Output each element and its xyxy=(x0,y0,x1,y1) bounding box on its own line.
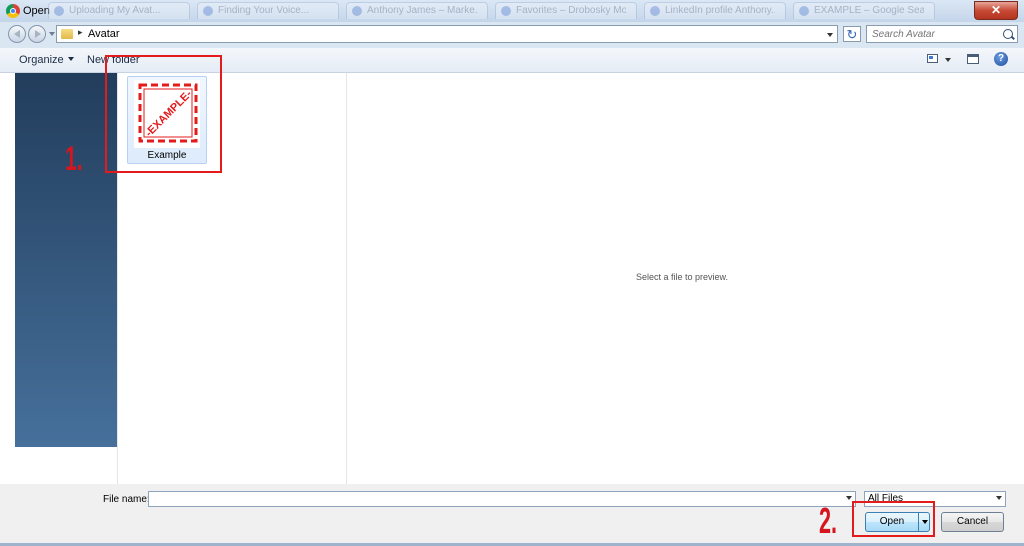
tab-favicon-icon xyxy=(203,6,213,16)
background-tab: Finding Your Voice... xyxy=(197,2,339,19)
background-tab: Favorites – Drobosky Morris... xyxy=(495,2,637,19)
file-name-label: File name: xyxy=(103,494,150,505)
organize-button[interactable]: Organize xyxy=(19,54,74,66)
tab-favicon-icon xyxy=(54,6,64,16)
annotation-step-1: 1. xyxy=(65,140,83,178)
chevron-down-icon xyxy=(996,496,1002,503)
view-options-dropdown[interactable] xyxy=(945,58,951,65)
chevron-down-icon xyxy=(67,57,74,64)
title-bar: Open Uploading My Avat... Finding Your V… xyxy=(0,0,1024,22)
file-name-field[interactable] xyxy=(148,491,856,507)
window-title: Open xyxy=(23,5,50,17)
annotation-step-2: 2. xyxy=(819,500,838,541)
annotation-highlight-file xyxy=(105,55,222,173)
refresh-button[interactable]: ↻ xyxy=(843,26,861,42)
annotation-highlight-open xyxy=(852,501,935,537)
preview-pane-icon[interactable] xyxy=(967,54,979,64)
folder-icon xyxy=(61,29,73,39)
background-tab: Uploading My Avat... xyxy=(48,2,190,19)
navigation-pane[interactable] xyxy=(15,73,117,447)
tab-favicon-icon xyxy=(352,6,362,16)
change-view-icon[interactable] xyxy=(927,54,938,63)
cancel-button[interactable]: Cancel xyxy=(941,512,1004,532)
close-button[interactable]: ✕ xyxy=(974,1,1018,20)
address-row: ▸ Avatar ↻ xyxy=(0,22,1024,48)
breadcrumb-avatar[interactable]: Avatar xyxy=(88,28,120,40)
search-box[interactable] xyxy=(866,25,1018,43)
forward-button[interactable] xyxy=(28,25,46,43)
preview-placeholder: Select a file to preview. xyxy=(635,272,729,282)
breadcrumb-separator[interactable]: ▸ xyxy=(78,27,83,38)
address-bar[interactable]: ▸ Avatar xyxy=(56,25,838,43)
background-tab: EXAMPLE – Google Search xyxy=(793,2,935,19)
search-icon[interactable] xyxy=(1003,29,1013,39)
background-tab: Anthony James – Marke... xyxy=(346,2,488,19)
tab-favicon-icon xyxy=(650,6,660,16)
address-dropdown-icon[interactable] xyxy=(827,33,833,40)
file-name-input[interactable] xyxy=(149,492,835,506)
back-button[interactable] xyxy=(8,25,26,43)
tab-favicon-icon xyxy=(799,6,809,16)
recent-locations-dropdown[interactable] xyxy=(49,32,55,39)
chrome-icon xyxy=(6,4,20,18)
search-input[interactable] xyxy=(867,26,1005,42)
help-icon[interactable]: ? xyxy=(994,52,1008,66)
background-tab: LinkedIn profile Anthony... xyxy=(644,2,786,19)
tab-favicon-icon xyxy=(501,6,511,16)
